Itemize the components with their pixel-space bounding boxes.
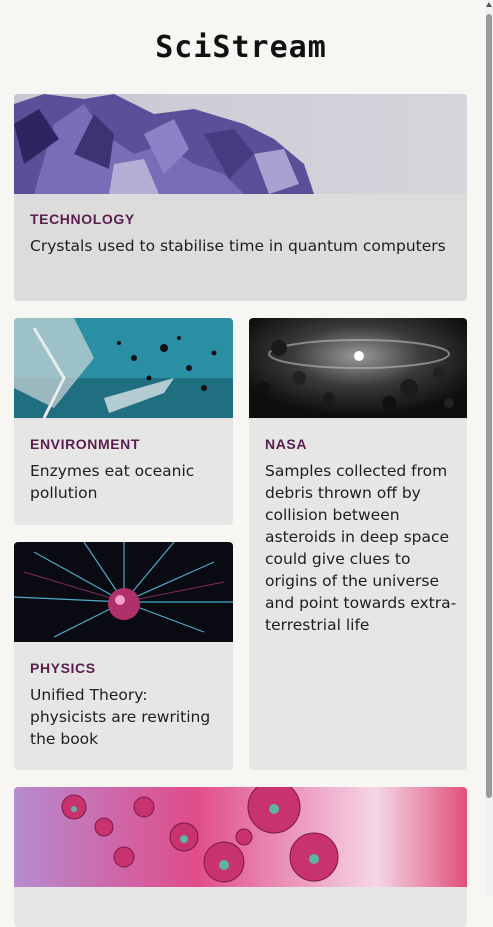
category-label: ENVIRONMENT xyxy=(30,436,141,452)
article-card-physics[interactable]: PHYSICS Unified Theory: physicists are r… xyxy=(14,542,233,770)
site-title: SciStream xyxy=(155,30,327,65)
asteroid-field-image[interactable] xyxy=(249,318,467,418)
article-headline[interactable]: Unified Theory: physicists are rewriting… xyxy=(30,684,223,750)
plasma-ball-image[interactable] xyxy=(14,542,233,642)
page: SciStream TECHNOLOGY Crystals used to st… xyxy=(0,0,485,927)
article-card-nasa[interactable]: NASA Samples collected from debris throw… xyxy=(249,318,467,770)
scroll-thumb[interactable] xyxy=(486,14,492,798)
article-headline[interactable]: Enzymes eat oceanic pollution xyxy=(30,460,223,504)
article-headline[interactable]: Crystals used to stabilise time in quant… xyxy=(30,235,457,257)
article-card-environment[interactable]: ENVIRONMENT Enzymes eat oceanic pollutio… xyxy=(14,318,233,525)
amethyst-crystal-image[interactable] xyxy=(14,94,467,194)
pink-bubbles-image[interactable] xyxy=(14,787,467,887)
article-card-featured-bottom[interactable] xyxy=(14,787,467,927)
ocean-plastic-image[interactable] xyxy=(14,318,233,418)
article-card-technology[interactable]: TECHNOLOGY Crystals used to stabilise ti… xyxy=(14,94,467,301)
scrollbar[interactable] xyxy=(485,0,493,897)
article-headline[interactable]: Samples collected from debris thrown off… xyxy=(265,460,457,636)
category-label: TECHNOLOGY xyxy=(30,211,135,227)
category-label: NASA xyxy=(265,436,308,452)
scroll-up-arrow-icon[interactable] xyxy=(486,2,492,7)
category-label: PHYSICS xyxy=(30,660,96,676)
